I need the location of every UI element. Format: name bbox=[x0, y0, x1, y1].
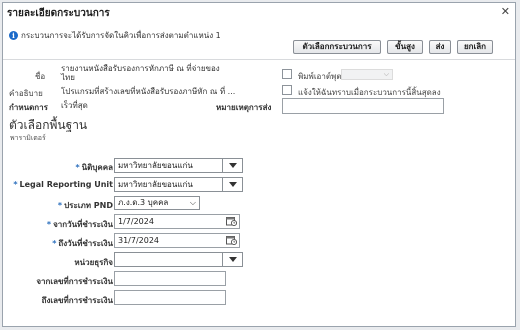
legal-reporting-unit-label-text: Legal Reporting Unit bbox=[19, 180, 113, 189]
submission-notes-label: หมายเหตุการส่ง bbox=[216, 103, 272, 112]
legal-reporting-unit-combobox[interactable]: มหาวิทยาลัยขอนแก่น bbox=[114, 177, 243, 192]
pnd-type-label-text: ประเภท PND bbox=[64, 201, 113, 210]
submission-notes-input[interactable] bbox=[282, 98, 444, 114]
advanced-button[interactable]: ขั้นสูง bbox=[387, 40, 423, 54]
business-unit-label: หน่วยธุรกิจ bbox=[74, 258, 113, 267]
info-icon: i bbox=[9, 30, 18, 40]
to-payment-date-label: * ถึงวันที่ชำระเงิน bbox=[3, 237, 113, 250]
print-output-checkbox[interactable] bbox=[282, 69, 292, 79]
process-options-button[interactable]: ตัวเลือกกระบวนการ bbox=[293, 40, 381, 54]
print-output-label: พิมพ์เอาต์พุต bbox=[298, 72, 342, 81]
cancel-button[interactable]: ยกเลิก bbox=[457, 40, 493, 54]
legal-entity-value: มหาวิทยาลัยขอนแก่น bbox=[118, 161, 193, 170]
to-payment-number-label: ถึงเลขที่การชำระเงิน bbox=[41, 296, 113, 305]
legal-reporting-unit-label: * Legal Reporting Unit bbox=[3, 180, 113, 189]
info-message: i กระบวนการจะได้รับการจัดในคิวเพื่อการส่… bbox=[9, 29, 221, 41]
required-icon: * bbox=[57, 201, 63, 210]
schedule-value: เร็วที่สุด bbox=[61, 101, 88, 110]
from-payment-date-value: 1/7/2024 bbox=[118, 217, 154, 226]
dropdown-arrow-icon[interactable] bbox=[222, 178, 242, 191]
required-icon: * bbox=[75, 163, 80, 172]
legal-entity-label: * นิติบุคคล bbox=[3, 161, 113, 174]
submit-button[interactable]: ส่ง bbox=[429, 40, 451, 54]
dialog-title: รายละเอียดกระบวนการ bbox=[7, 8, 110, 19]
name-label: ชื่อ bbox=[35, 72, 46, 81]
from-payment-date-label-text: จากวันที่ชำระเงิน bbox=[53, 220, 113, 229]
pnd-type-select[interactable]: ภ.ง.ด.3 บุคคล ⌵ bbox=[114, 196, 200, 210]
description-value: โปรแกรมที่สร้างเลขที่หนังสือรับรองภาษีหั… bbox=[61, 87, 236, 96]
divider bbox=[3, 59, 515, 60]
from-payment-date-label: * จากวันที่ชำระเงิน bbox=[3, 218, 113, 231]
from-payment-date-input[interactable]: 1/7/2024 bbox=[114, 214, 240, 229]
pnd-type-label: * ประเภท PND bbox=[3, 199, 113, 212]
print-output-select[interactable]: ⌵ bbox=[341, 69, 393, 80]
close-icon[interactable]: ✕ bbox=[501, 5, 510, 18]
notify-checkbox[interactable] bbox=[282, 85, 292, 95]
required-icon: * bbox=[52, 239, 57, 248]
to-payment-date-input[interactable]: 31/7/2024 bbox=[114, 233, 240, 248]
to-payment-date-value: 31/7/2024 bbox=[118, 236, 160, 245]
to-payment-number-input[interactable] bbox=[114, 290, 226, 305]
from-payment-number-input[interactable] bbox=[114, 271, 226, 286]
dropdown-arrow-icon[interactable] bbox=[222, 253, 242, 266]
to-payment-date-label-text: ถึงวันที่ชำระเงิน bbox=[58, 239, 113, 248]
parameters-subheading: พารามิเตอร์ bbox=[10, 134, 46, 142]
pnd-type-value: ภ.ง.ด.3 บุคคล bbox=[118, 198, 169, 207]
dropdown-arrow-icon[interactable] bbox=[222, 159, 242, 172]
required-icon: * bbox=[46, 220, 52, 229]
name-value: รายงานหนังสือรับรองการหักภาษี ณ ที่จ่ายข… bbox=[61, 64, 220, 82]
legal-reporting-unit-value: มหาวิทยาลัยขอนแก่น bbox=[118, 180, 193, 189]
legal-entity-label-text: นิติบุคคล bbox=[81, 163, 113, 172]
from-payment-number-label: จากเลขที่การชำระเงิน bbox=[36, 277, 113, 286]
business-unit-combobox[interactable] bbox=[114, 252, 243, 267]
process-details-dialog: รายละเอียดกระบวนการ ✕ i กระบวนการจะได้รั… bbox=[2, 2, 516, 327]
info-message-text: กระบวนการจะได้รับการจัดในคิวเพื่อการส่งต… bbox=[21, 30, 221, 40]
legal-entity-combobox[interactable]: มหาวิทยาลัยขอนแก่น bbox=[114, 158, 243, 173]
description-label: คำอธิบาย bbox=[9, 89, 43, 98]
required-icon: * bbox=[13, 180, 18, 189]
schedule-label: กำหนดการ bbox=[9, 103, 48, 112]
calendar-icon[interactable] bbox=[226, 235, 237, 245]
chevron-down-icon: ⌵ bbox=[189, 198, 196, 207]
chevron-down-icon: ⌵ bbox=[383, 70, 389, 78]
calendar-icon[interactable] bbox=[226, 216, 237, 226]
dialog-titlebar: รายละเอียดกระบวนการ ✕ bbox=[3, 3, 515, 21]
